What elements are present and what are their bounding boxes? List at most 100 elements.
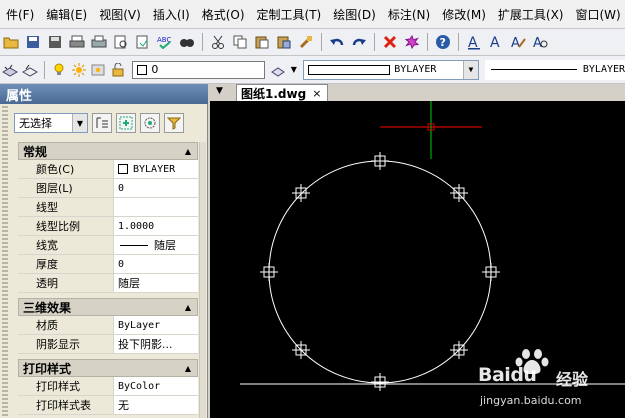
redo-icon[interactable] (349, 32, 369, 52)
toggle-pickadd-icon[interactable] (92, 113, 112, 133)
property-row-material[interactable]: 材质 ByLayer (18, 316, 198, 335)
property-value[interactable]: 投下阴影... (114, 335, 198, 353)
menu-insert[interactable]: 插入(I) (147, 6, 196, 23)
property-value[interactable]: 随层 (114, 236, 198, 254)
point-marker[interactable] (371, 373, 389, 391)
menu-custom-tools[interactable]: 定制工具(T) (251, 6, 328, 23)
layer-state-icon[interactable] (21, 60, 39, 80)
color-dropdown-value: BYLAYER (394, 64, 437, 75)
match-properties-icon[interactable] (296, 32, 316, 52)
text-style-icon[interactable]: A (464, 32, 484, 52)
layer-manager-icon[interactable] (1, 60, 19, 80)
open-folder-icon[interactable] (1, 32, 21, 52)
layer-on-bulb-icon[interactable] (50, 60, 68, 80)
property-row-thickness[interactable]: 厚度 0 (18, 255, 198, 274)
property-value[interactable]: 0 (114, 179, 198, 197)
print-icon[interactable] (67, 32, 87, 52)
svg-text:A: A (511, 36, 520, 50)
help-icon[interactable]: ? (433, 32, 453, 52)
panel-scrollbar[interactable] (199, 142, 206, 418)
filter-icon[interactable] (164, 113, 184, 133)
properties-panel-title[interactable]: 属性 (0, 84, 208, 104)
color-dropdown[interactable]: BYLAYER ▼ (303, 59, 479, 80)
section-plot-style-header[interactable]: 打印样式 ▲ (18, 359, 198, 377)
property-row-shadow-display[interactable]: 阴影显示 投下阴影... (18, 335, 198, 354)
property-row-layer[interactable]: 图层(L) 0 (18, 179, 198, 198)
plot-icon[interactable] (89, 32, 109, 52)
collapse-arrow-icon[interactable]: ▲ (185, 303, 191, 312)
undo-icon[interactable] (327, 32, 347, 52)
linetype-dropdown[interactable]: BYLAYER (484, 59, 625, 80)
dropdown-arrow-icon[interactable]: ▼ (289, 60, 298, 80)
point-marker[interactable] (450, 184, 468, 202)
menu-view[interactable]: 视图(V) (93, 6, 147, 23)
menu-modify[interactable]: 修改(M) (436, 6, 492, 23)
property-value[interactable]: 无 (114, 396, 198, 414)
chevron-down-icon[interactable]: ▼ (462, 60, 478, 79)
find-icon[interactable] (177, 32, 197, 52)
toolbar-separator (321, 33, 322, 51)
property-value[interactable]: ByLayer (114, 316, 198, 334)
menu-draw[interactable]: 绘图(D) (327, 6, 382, 23)
layer-dropdown[interactable]: 0 (132, 60, 266, 79)
close-icon[interactable]: × (312, 87, 321, 100)
point-marker[interactable] (292, 184, 310, 202)
property-value-text: 随层 (154, 239, 176, 252)
spell-check-icon[interactable]: ABC (155, 32, 175, 52)
find-text-icon[interactable]: A (530, 32, 550, 52)
property-row-plot-style[interactable]: 打印样式 ByColor (18, 377, 198, 396)
menu-dimension[interactable]: 标注(N) (382, 6, 436, 23)
layer-viewport-icon[interactable] (90, 60, 108, 80)
point-marker[interactable] (482, 263, 500, 281)
property-value[interactable]: 随层 (114, 274, 198, 292)
point-marker[interactable] (260, 263, 278, 281)
layer-lock-icon[interactable] (109, 60, 127, 80)
save-icon[interactable] (23, 32, 43, 52)
print-preview-icon[interactable] (111, 32, 131, 52)
explode-icon[interactable] (402, 32, 422, 52)
selection-dropdown[interactable]: 无选择 ▼ (14, 113, 88, 133)
quick-select-icon[interactable] (140, 113, 160, 133)
erase-icon[interactable] (380, 32, 400, 52)
property-row-plot-style-table[interactable]: 打印样式表 无 (18, 396, 198, 415)
section-3d-effects-header[interactable]: 三维效果 ▲ (18, 298, 198, 316)
menu-bar: 件(F) 编辑(E) 视图(V) 插入(I) 格式(O) 定制工具(T) 绘图(… (0, 0, 625, 29)
collapse-arrow-icon[interactable]: ▲ (185, 364, 191, 373)
property-value[interactable]: ByColor (114, 377, 198, 395)
cut-icon[interactable] (208, 32, 228, 52)
publish-icon[interactable] (133, 32, 153, 52)
layer-previous-icon[interactable] (269, 60, 287, 80)
property-row-transparency[interactable]: 透明 随层 (18, 274, 198, 293)
paste-icon[interactable] (252, 32, 272, 52)
menu-format[interactable]: 格式(O) (196, 6, 251, 23)
chevron-down-icon[interactable]: ▼ (72, 114, 87, 132)
section-general-header[interactable]: 常规 ▲ (18, 142, 198, 160)
tab-list-arrow-icon[interactable]: ▼ (216, 86, 223, 96)
menu-edit[interactable]: 编辑(E) (40, 6, 93, 23)
menu-file[interactable]: 件(F) (0, 6, 40, 23)
property-row-linetype-scale[interactable]: 线型比例 1.0000 (18, 217, 198, 236)
section-title: 常规 (23, 144, 48, 159)
property-value[interactable] (114, 198, 198, 216)
menu-extension-tools[interactable]: 扩展工具(X) (492, 6, 570, 23)
point-marker[interactable] (371, 152, 389, 170)
paste-special-icon[interactable] (274, 32, 294, 52)
select-objects-icon[interactable] (116, 113, 136, 133)
save-as-icon[interactable] (45, 32, 65, 52)
property-row-color[interactable]: 颜色(C) BYLAYER (18, 160, 198, 179)
layers-toolbar: 0 ▼ BYLAYER ▼ BYLAYER (0, 56, 625, 84)
panel-grip-handle[interactable] (2, 106, 8, 418)
property-value[interactable]: 1.0000 (114, 217, 198, 235)
tab-drawing1[interactable]: 图纸1.dwg × (236, 84, 328, 101)
svg-text:A: A (490, 35, 500, 50)
property-value[interactable]: BYLAYER (114, 160, 198, 178)
layer-thaw-sun-icon[interactable] (70, 60, 88, 80)
property-value[interactable]: 0 (114, 255, 198, 273)
copy-icon[interactable] (230, 32, 250, 52)
property-row-lineweight[interactable]: 线宽 随层 (18, 236, 198, 255)
edit-text-icon[interactable]: A (508, 32, 528, 52)
collapse-arrow-icon[interactable]: ▲ (185, 147, 191, 156)
menu-window[interactable]: 窗口(W) (570, 6, 625, 23)
property-row-linetype[interactable]: 线型 (18, 198, 198, 217)
multiline-text-icon[interactable]: A (486, 32, 506, 52)
